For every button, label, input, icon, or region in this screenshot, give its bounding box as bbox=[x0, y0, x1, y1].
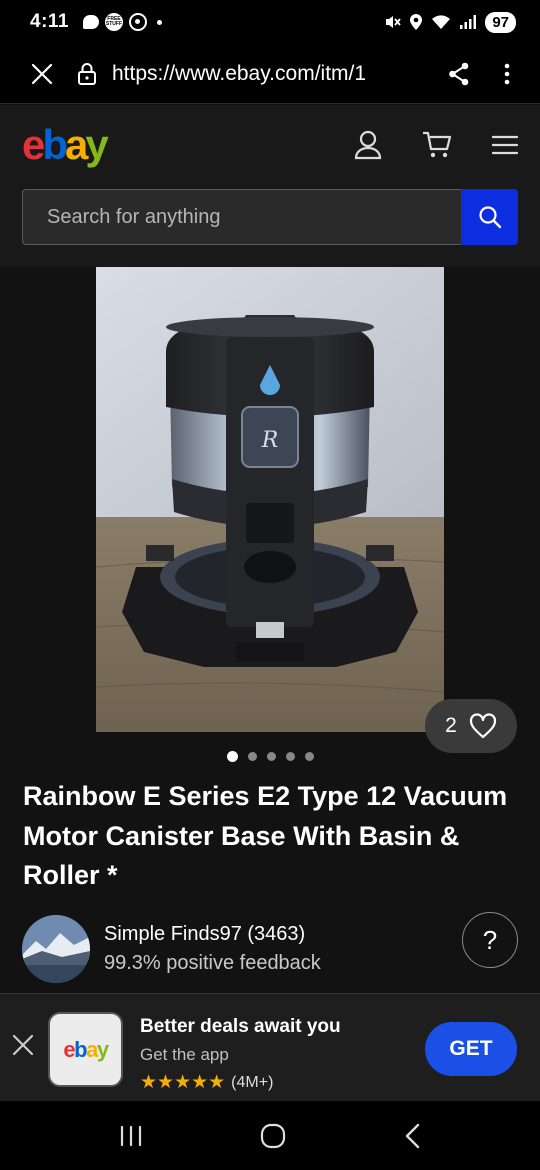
watch-count: 2 bbox=[445, 714, 457, 737]
hamburger-menu-icon[interactable] bbox=[492, 135, 518, 155]
image-pagination bbox=[0, 751, 540, 762]
site-header: ebay bbox=[0, 105, 540, 185]
system-nav-bar bbox=[0, 1101, 540, 1170]
cart-icon[interactable] bbox=[422, 130, 452, 160]
close-icon[interactable] bbox=[30, 62, 54, 86]
product-image[interactable]: R bbox=[96, 267, 444, 732]
app-rating: ★★★★★ (4M+) bbox=[140, 1071, 341, 1094]
location-icon bbox=[410, 14, 423, 30]
product-title: Rainbow E Series E2 Type 12 Vacuum Motor… bbox=[23, 781, 508, 890]
help-button[interactable]: ? bbox=[462, 912, 518, 968]
star-rating-icon: ★★★★★ bbox=[140, 1072, 226, 1093]
product-gallery: R 2 bbox=[0, 267, 540, 753]
free-stuff-icon: FREE STUFF bbox=[104, 13, 123, 31]
pagination-dot[interactable] bbox=[247, 752, 257, 761]
pagination-dot[interactable] bbox=[226, 751, 238, 762]
search-bar bbox=[0, 185, 540, 267]
ebay-app-icon: ebay bbox=[48, 1012, 123, 1087]
seller-feedback: 99.3% positive feedback bbox=[104, 952, 321, 974]
seller-card[interactable]: Simple Finds97 (3463) 99.3% positive fee… bbox=[22, 912, 522, 983]
mute-icon bbox=[386, 16, 402, 28]
account-icon[interactable] bbox=[354, 130, 382, 160]
url-bar[interactable]: https://www.ebay.com/itm/1 bbox=[112, 62, 402, 86]
app-install-banner: ebay Better deals await you Get the app … bbox=[0, 993, 540, 1101]
seller-name[interactable]: Simple Finds97 (3463) bbox=[104, 923, 321, 946]
pagination-dot[interactable] bbox=[285, 752, 295, 761]
app-icon-logo: ebay bbox=[63, 1036, 109, 1062]
browser-toolbar: https://www.ebay.com/itm/1 bbox=[0, 44, 540, 104]
more-notifications-icon bbox=[156, 19, 162, 25]
pagination-dot[interactable] bbox=[266, 752, 276, 761]
rating-count: (4M+) bbox=[231, 1073, 274, 1091]
threads-icon bbox=[128, 13, 147, 31]
overflow-menu-icon[interactable] bbox=[504, 62, 510, 86]
pagination-dot[interactable] bbox=[304, 752, 314, 761]
lock-icon bbox=[78, 62, 96, 85]
ebay-logo[interactable]: ebay bbox=[22, 121, 109, 169]
share-icon[interactable] bbox=[448, 62, 470, 86]
svg-text:R: R bbox=[261, 428, 279, 453]
wifi-icon bbox=[432, 15, 451, 29]
search-button[interactable] bbox=[461, 189, 518, 245]
battery-indicator: 97 bbox=[485, 11, 516, 33]
banner-title: Better deals await you bbox=[140, 1016, 341, 1037]
banner-subtitle: Get the app bbox=[140, 1045, 229, 1064]
message-icon bbox=[82, 15, 99, 29]
status-bar: 4:11 FREE STUFF 97 bbox=[0, 0, 540, 44]
heart-icon bbox=[469, 713, 496, 739]
banner-close-icon[interactable] bbox=[12, 1034, 34, 1056]
back-icon[interactable] bbox=[403, 1123, 421, 1149]
status-time: 4:11 bbox=[30, 11, 69, 32]
search-icon bbox=[478, 206, 501, 229]
seller-avatar bbox=[22, 915, 90, 983]
search-input[interactable] bbox=[22, 189, 461, 245]
watchlist-button[interactable]: 2 bbox=[425, 699, 517, 753]
signal-icon bbox=[460, 15, 477, 29]
recent-apps-icon[interactable] bbox=[119, 1125, 143, 1147]
get-app-button[interactable]: GET bbox=[425, 1022, 517, 1076]
home-icon[interactable] bbox=[260, 1123, 286, 1149]
